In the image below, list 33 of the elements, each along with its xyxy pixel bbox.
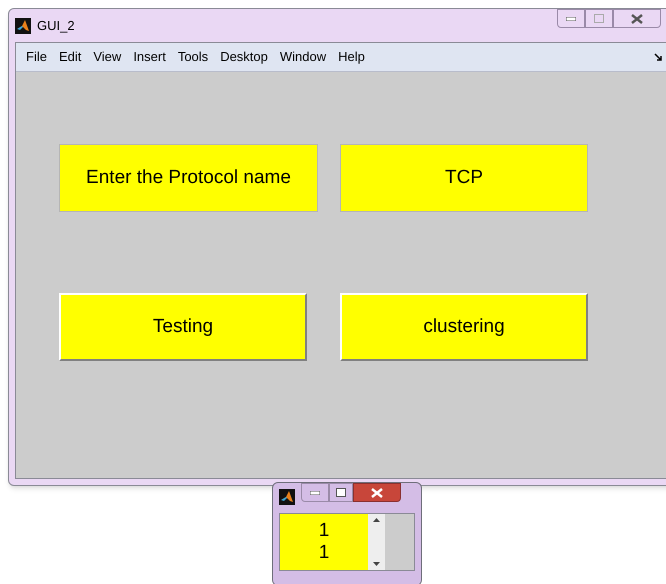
menu-item[interactable]: Desktop bbox=[214, 47, 274, 67]
close-icon bbox=[631, 14, 643, 24]
dock-arrow-icon[interactable] bbox=[654, 53, 662, 61]
list-box[interactable]: 1 1 bbox=[280, 514, 368, 570]
window-title: GUI_2 bbox=[37, 16, 75, 35]
scroll-up-icon[interactable] bbox=[373, 518, 380, 522]
push-button[interactable]: Testing bbox=[59, 293, 307, 361]
protocol-input-field[interactable]: TCP bbox=[340, 144, 588, 212]
maximize-icon bbox=[594, 14, 604, 23]
menu-item[interactable]: Help bbox=[332, 47, 371, 67]
close-icon bbox=[371, 488, 383, 498]
menu-item[interactable]: Tools bbox=[172, 47, 214, 67]
list-item[interactable]: 1 bbox=[318, 542, 330, 564]
menu-item[interactable]: View bbox=[87, 47, 128, 67]
close-button[interactable] bbox=[353, 483, 401, 502]
push-button[interactable]: clustering bbox=[340, 293, 588, 361]
minimize-icon bbox=[566, 16, 576, 20]
list-item[interactable]: 1 bbox=[318, 520, 330, 542]
scroll-down-icon[interactable] bbox=[373, 562, 380, 566]
maximize-icon bbox=[336, 488, 346, 497]
app-logo-icon bbox=[15, 18, 31, 34]
scroll-bar[interactable] bbox=[368, 514, 385, 570]
minimize-button[interactable] bbox=[301, 483, 329, 502]
prompt-label: Enter the Protocol name bbox=[59, 144, 318, 212]
minimize-button[interactable] bbox=[557, 9, 585, 28]
menu-item[interactable]: Insert bbox=[127, 47, 172, 67]
minimize-icon bbox=[310, 490, 320, 494]
maximize-button[interactable] bbox=[329, 483, 353, 502]
close-button[interactable] bbox=[613, 9, 661, 28]
menu-item[interactable]: Edit bbox=[52, 47, 88, 67]
menu-item[interactable]: Window bbox=[274, 47, 332, 67]
menu-item[interactable]: File bbox=[20, 47, 53, 67]
app-logo-icon bbox=[279, 489, 295, 505]
